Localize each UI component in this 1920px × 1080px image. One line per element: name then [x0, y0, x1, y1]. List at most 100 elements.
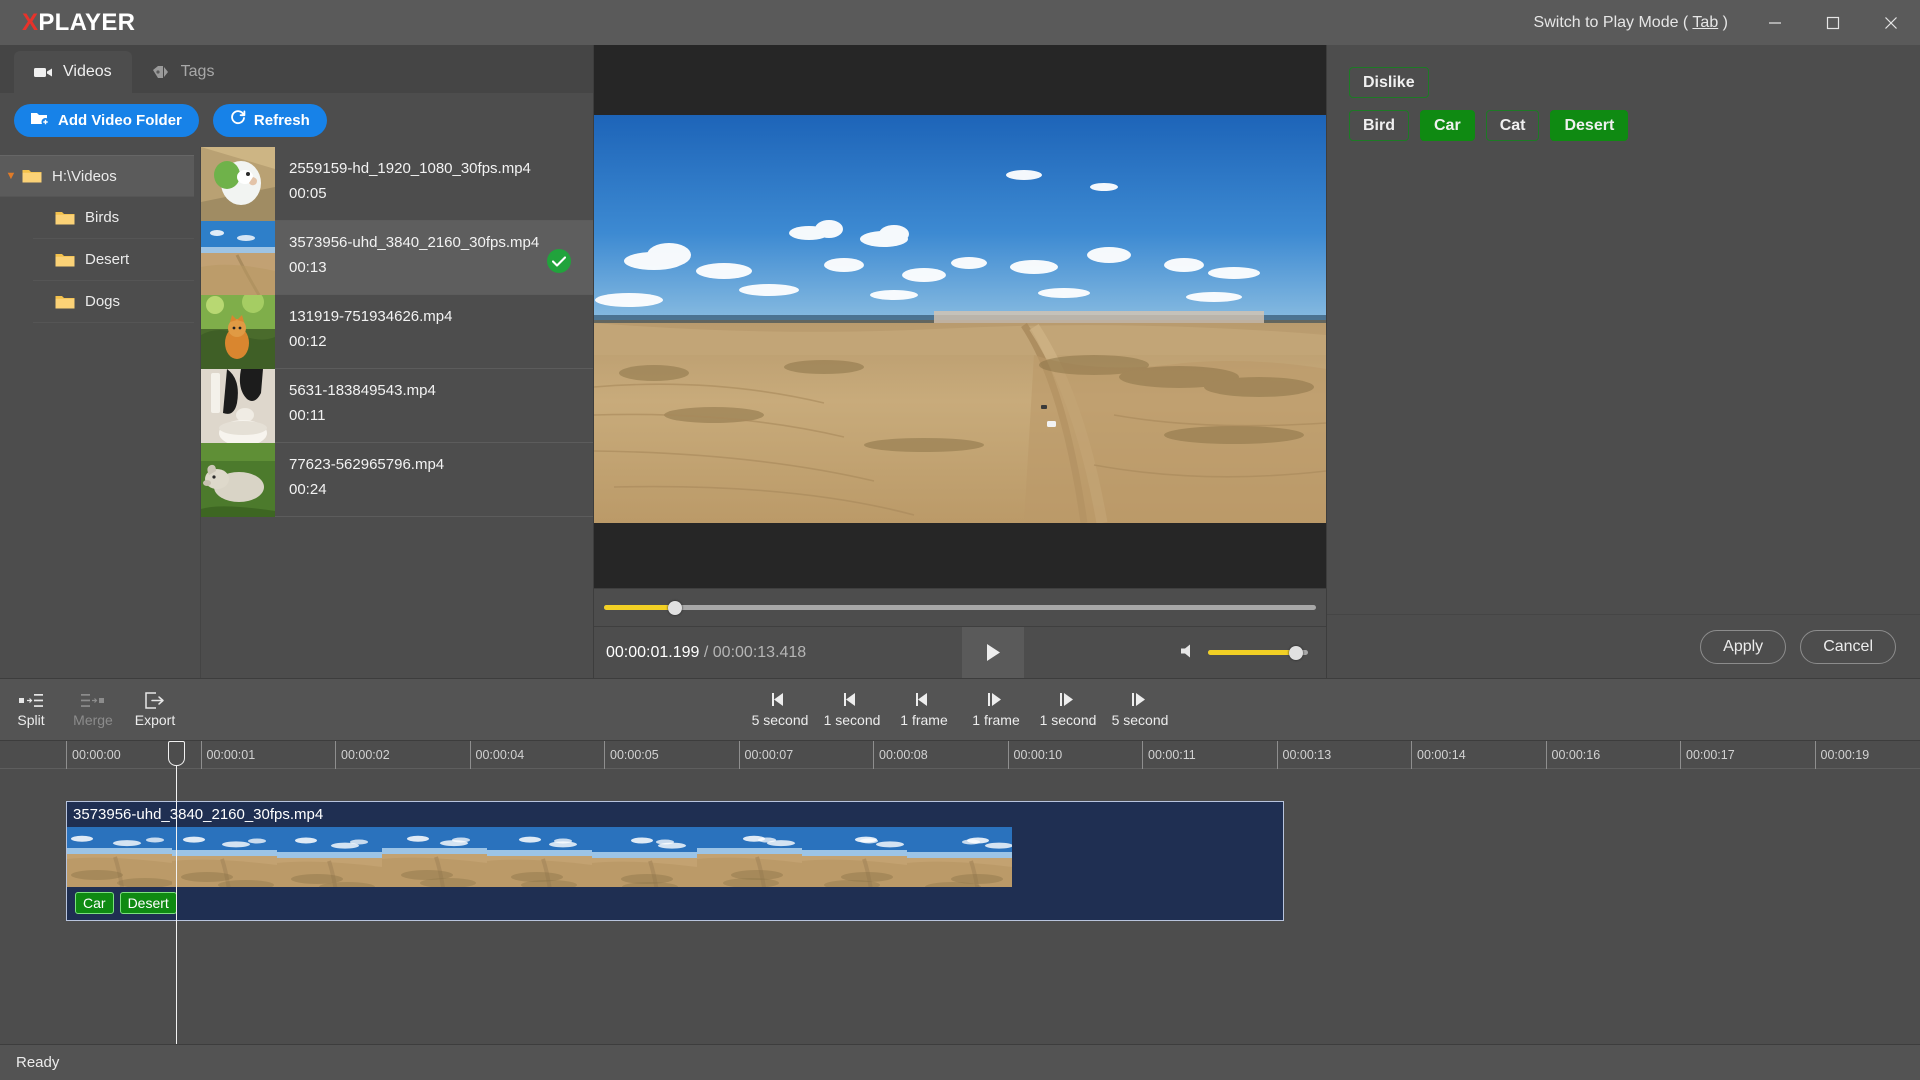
tag-car[interactable]: Car [1420, 110, 1475, 141]
video-item-meta: 2559159-hd_1920_1080_30fps.mp4 00:05 [275, 147, 593, 220]
cancel-button[interactable]: Cancel [1800, 629, 1896, 664]
video-camera-icon [34, 66, 53, 79]
split-icon [19, 691, 43, 709]
tree-item-desert[interactable]: Desert [33, 239, 194, 281]
apply-button[interactable]: Apply [1700, 629, 1787, 664]
export-label: Export [134, 712, 176, 728]
filmstrip-thumbnail [172, 827, 277, 887]
back-1-second-button[interactable]: 1 second [816, 679, 888, 741]
filmstrip-thumbnail [382, 827, 487, 887]
add-video-folder-button[interactable]: Add Video Folder [14, 103, 199, 137]
video-thumbnail [201, 369, 275, 443]
tree-item-dogs-label: Dogs [85, 293, 121, 310]
tree-item-birds-label: Birds [85, 209, 120, 226]
filmstrip-thumbnail [67, 827, 172, 887]
timeline-clip[interactable]: 3573956-uhd_3840_2160_30fps.mp4 Car Dese… [66, 801, 1284, 921]
seek-knob[interactable] [668, 600, 683, 615]
volume-knob[interactable] [1288, 645, 1303, 660]
tag-panel-footer: Apply Cancel [1327, 614, 1920, 678]
tree-item-dogs[interactable]: Dogs [33, 281, 194, 323]
volume-control[interactable] [1180, 643, 1326, 663]
left-panel: Videos Tags Add Video Folder Refresh ▼ H… [0, 45, 594, 678]
selected-check-badge [547, 249, 571, 273]
maximize-icon [1826, 16, 1840, 29]
timeline-tick: 00:00:14 [1411, 741, 1466, 769]
timeline-tick: 00:00:17 [1680, 741, 1735, 769]
step-back-icon [842, 692, 862, 710]
clip-tag-desert[interactable]: Desert [119, 892, 177, 914]
forward-1-frame-button[interactable]: 1 frame [960, 679, 1032, 741]
tab-tags[interactable]: Tags [132, 51, 235, 93]
split-button[interactable]: Split [0, 679, 62, 741]
forward-1-second-button[interactable]: 1 second [1032, 679, 1104, 741]
volume-icon[interactable] [1180, 643, 1198, 663]
logo-rest: PLAYER [38, 8, 136, 36]
status-bar: Ready [0, 1044, 1920, 1080]
maximize-button[interactable] [1804, 0, 1862, 45]
video-list-item[interactable]: 5631-183849543.mp4 00:11 [201, 369, 593, 443]
video-player: 00:00:01.199 / 00:00:13.418 [594, 45, 1326, 679]
step-back-icon [914, 692, 934, 710]
volume-slider[interactable] [1207, 645, 1308, 660]
video-item-meta: 5631-183849543.mp4 00:11 [275, 369, 593, 442]
filmstrip-thumbnail [802, 827, 907, 887]
chevron-down-icon[interactable]: ▼ [0, 170, 22, 182]
timeline-tick: 00:00:05 [604, 741, 659, 769]
back-1-frame-button[interactable]: 1 frame [888, 679, 960, 741]
tag-cat[interactable]: Cat [1485, 110, 1540, 141]
timeline-tick: 00:00:19 [1814, 741, 1869, 769]
timeline-tick: 00:00:13 [1276, 741, 1331, 769]
timeline-playhead[interactable] [168, 741, 185, 1044]
export-button[interactable]: Export [124, 679, 186, 741]
switch-play-mode-label[interactable]: Switch to Play Mode ( Tab ) [1534, 14, 1746, 32]
video-stage[interactable] [594, 45, 1326, 588]
back-5-second-button[interactable]: 5 second [744, 679, 816, 741]
filmstrip-thumbnail [907, 827, 1012, 887]
video-list[interactable]: 2559159-hd_1920_1080_30fps.mp4 00:05 357… [200, 147, 593, 678]
tag-desert[interactable]: Desert [1550, 110, 1629, 141]
total-time: 00:00:13.418 [712, 643, 807, 661]
refresh-button[interactable]: Refresh [212, 103, 327, 137]
back-1-frame-label: 1 frame [900, 711, 948, 728]
filmstrip-thumbnail [487, 827, 592, 887]
minimize-button[interactable] [1746, 0, 1804, 45]
timeline-ruler[interactable]: 00:00:00 00:00:01 00:00:02 00:00:04 00:00:05… [0, 741, 1920, 769]
step-forward-icon [1130, 692, 1150, 710]
logo-x: X [22, 8, 39, 36]
video-list-item[interactable]: 131919-751934626.mp4 00:12 [201, 295, 593, 369]
video-thumbnail [201, 295, 275, 369]
tag-dislike[interactable]: Dislike [1349, 67, 1429, 98]
video-list-item[interactable]: 2559159-hd_1920_1080_30fps.mp4 00:05 [201, 147, 593, 221]
clip-tag-car[interactable]: Car [75, 892, 114, 914]
timeline[interactable]: 00:00:00 00:00:01 00:00:02 00:00:04 00:00:05… [0, 740, 1920, 1044]
clip-filmstrip [67, 827, 1283, 887]
video-item-duration: 00:11 [289, 407, 326, 424]
video-list-item[interactable]: 77623-562965796.mp4 00:24 [201, 443, 593, 517]
folder-tree: ▼ H:\Videos Birds Desert Dogs [0, 147, 200, 678]
switch-mode-prefix: Switch to Play Mode ( [1533, 13, 1693, 31]
video-item-meta: 131919-751934626.mp4 00:12 [275, 295, 593, 368]
tag-bird[interactable]: Bird [1349, 110, 1409, 141]
video-frame-image [594, 115, 1326, 523]
left-panel-split: ▼ H:\Videos Birds Desert Dogs 2559159-hd… [0, 147, 593, 678]
merge-icon [81, 691, 105, 709]
export-icon [145, 691, 165, 709]
forward-5-second-button[interactable]: 5 second [1104, 679, 1176, 741]
tree-item-root[interactable]: ▼ H:\Videos [0, 155, 194, 197]
main-content-row: Videos Tags Add Video Folder Refresh ▼ H… [0, 45, 1920, 679]
step-forward-icon [986, 692, 1006, 710]
seek-slider[interactable] [604, 600, 1316, 615]
app-logo: XPLAYER [0, 9, 135, 37]
tab-videos[interactable]: Videos [14, 51, 132, 93]
app-window: XPLAYER Switch to Play Mode ( Tab ) Vide… [0, 0, 1920, 1080]
tree-item-birds[interactable]: Birds [33, 197, 194, 239]
play-button[interactable] [962, 626, 1025, 679]
video-list-item[interactable]: 3573956-uhd_3840_2160_30fps.mp4 00:13 [201, 221, 593, 295]
folder-plus-icon [31, 111, 50, 130]
seek-bar-container[interactable] [594, 588, 1326, 626]
edit-toolbar: Split Merge Export 5 second 1 second 1 f… [0, 678, 1920, 740]
close-button[interactable] [1862, 0, 1920, 45]
playhead-handle[interactable] [168, 741, 185, 766]
left-toolbar: Add Video Folder Refresh [0, 93, 593, 147]
tab-tags-label: Tags [180, 63, 215, 80]
